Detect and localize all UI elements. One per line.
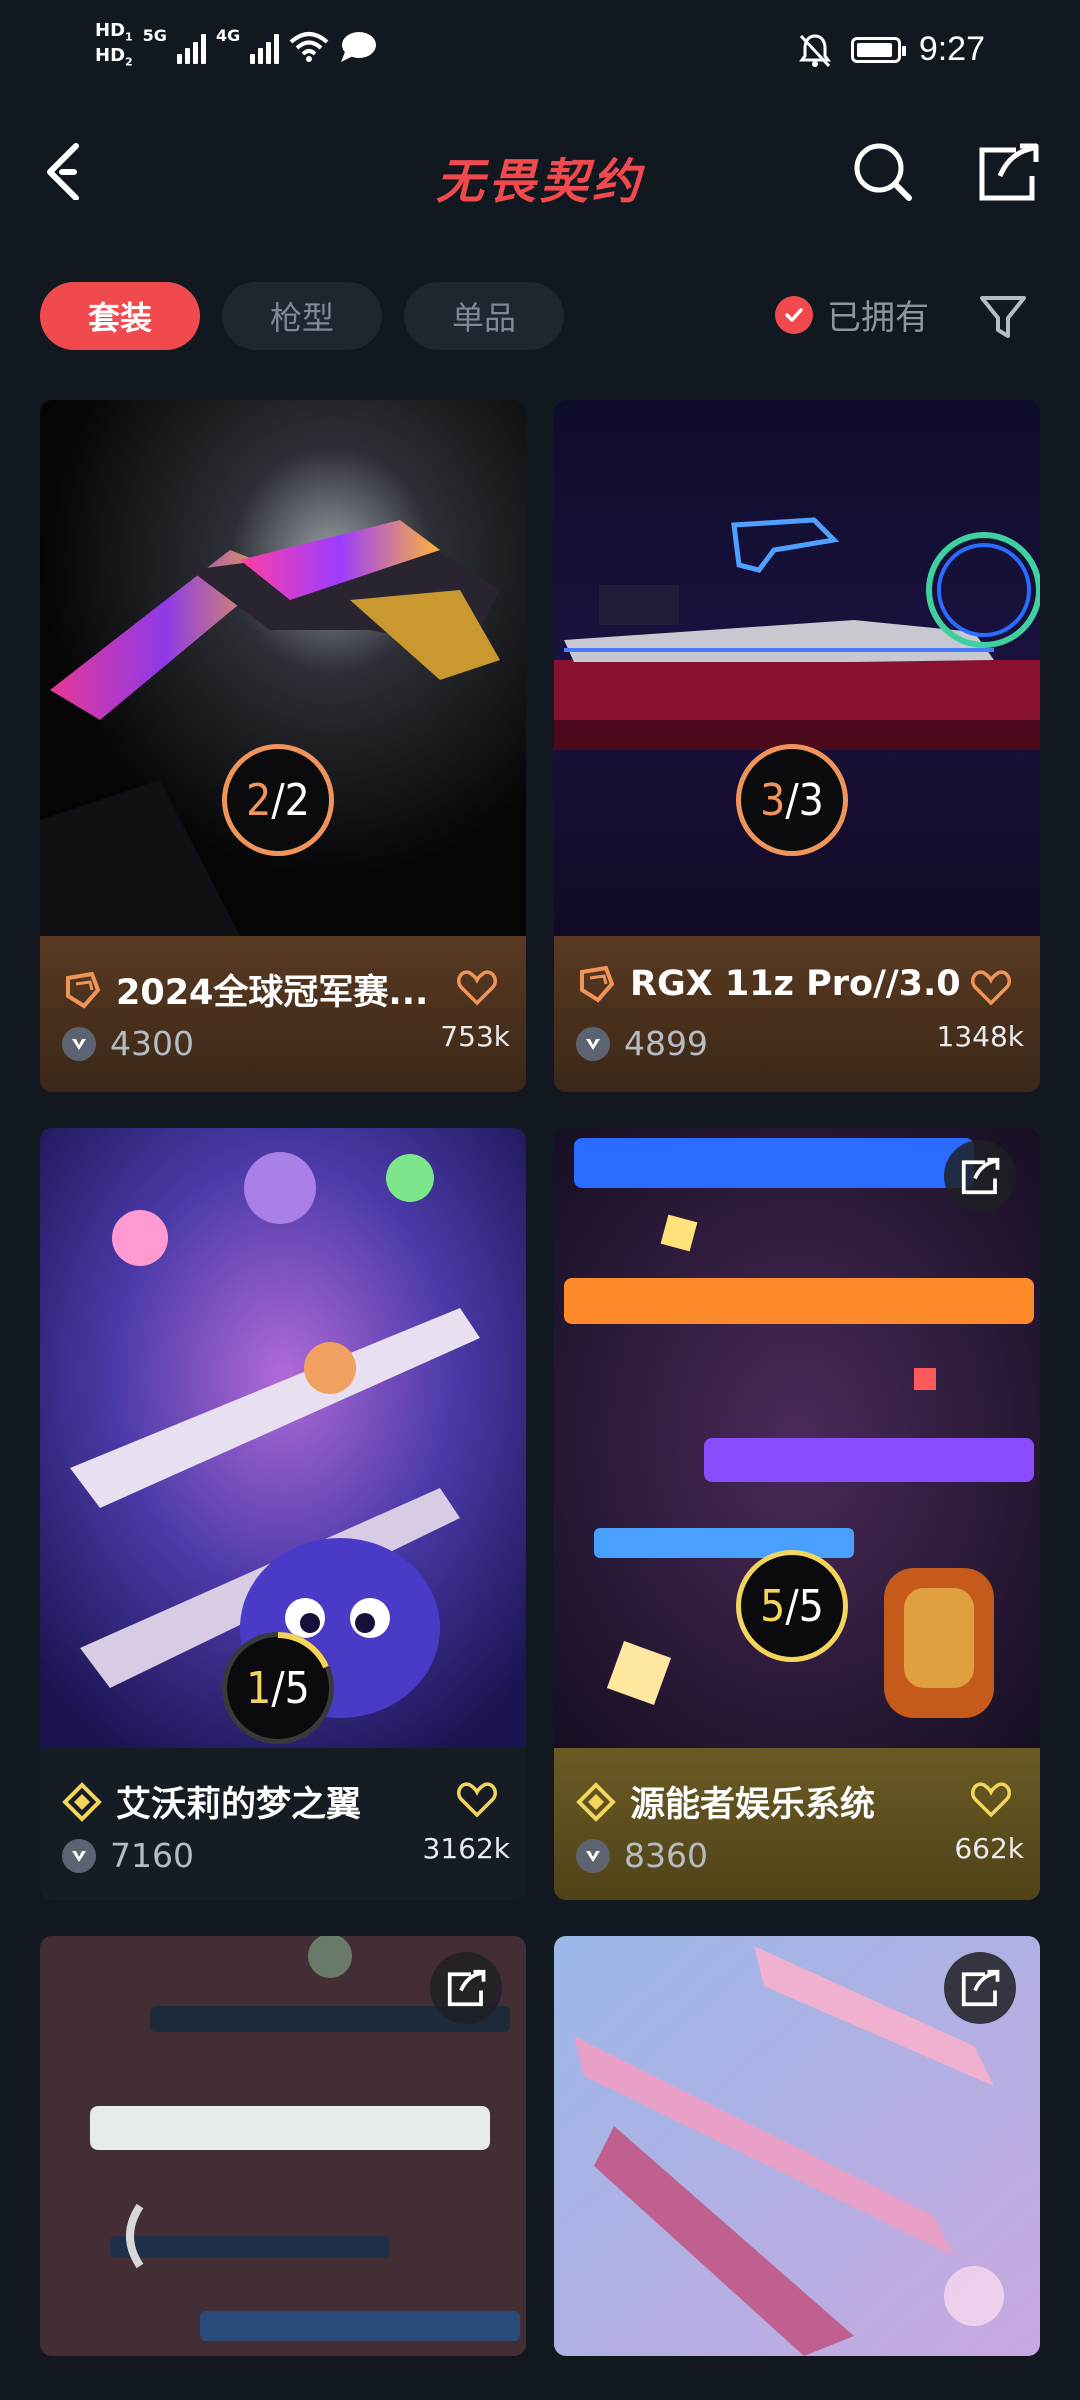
filter-icon[interactable]: [978, 292, 1028, 342]
valorant-points-icon: [62, 1026, 96, 1061]
favorite-heart-icon[interactable]: [970, 1778, 1012, 1820]
card-info: 2024全球冠军赛... 4300 753k: [40, 936, 526, 1092]
like-count: 1348k: [936, 1020, 1024, 1053]
message-icon: [341, 31, 377, 62]
valorant-points-icon: [576, 1026, 610, 1061]
bundle-card[interactable]: 1/5 艾沃莉的梦之翼 7160 3162k: [40, 1128, 526, 1900]
premium-tier-icon: [66, 971, 101, 1009]
card-info: 艾沃莉的梦之翼 7160 3162k: [40, 1748, 526, 1900]
network-5g-label: 5G: [142, 26, 167, 45]
bundle-card[interactable]: 3/3 RGX 11z Pro//3.0 4899 1348k: [554, 400, 1040, 1092]
progress-ring-icon: [277, 1632, 329, 1669]
card-info: RGX 11z Pro//3.0 4899 1348k: [554, 936, 1040, 1092]
bundle-card[interactable]: 5/5 源能者娱乐系统 8360 662k: [554, 1128, 1040, 1900]
collection-progress-badge: 5/5: [736, 1550, 848, 1662]
owned-toggle[interactable]: 已拥有: [775, 290, 929, 339]
mute-bell-icon: [798, 33, 831, 67]
signal-icon: [176, 30, 206, 64]
progress-total: 2: [284, 774, 310, 826]
status-bar: HD1 HD2 5G 4G 9:27: [0, 0, 1080, 110]
bundle-title: RGX 11z Pro//3.0: [630, 964, 961, 1004]
category-tabs: 套装 枪型 单品: [40, 282, 564, 350]
progress-owned: 3: [760, 774, 786, 826]
collection-progress-badge: 1/5: [222, 1632, 334, 1744]
like-count: 662k: [954, 1832, 1024, 1865]
owned-label: 已拥有: [827, 298, 929, 338]
valorant-points-icon: [576, 1838, 610, 1873]
bundle-title: 2024全球冠军赛...: [116, 973, 429, 1013]
share-button[interactable]: [430, 1952, 502, 2024]
like-count: 3162k: [422, 1832, 510, 1865]
bundle-price: 7160: [110, 1836, 194, 1875]
wifi-icon: [289, 31, 329, 62]
network-4g-label: 4G: [215, 26, 241, 45]
favorite-heart-icon[interactable]: [456, 1778, 498, 1820]
like-count: 753k: [440, 1020, 510, 1053]
progress-total: 5: [798, 1580, 824, 1632]
search-icon[interactable]: [851, 140, 915, 204]
tab-weapon-types[interactable]: 枪型: [222, 282, 382, 350]
share-icon: [961, 1157, 1000, 1195]
bundle-price: 4300: [110, 1024, 194, 1063]
progress-owned: 2: [246, 774, 272, 826]
hd1-sub: 1: [125, 30, 133, 44]
bundle-title: 艾沃莉的梦之翼: [116, 1785, 362, 1825]
share-icon: [447, 1969, 486, 2007]
status-right: 9:27: [797, 30, 985, 69]
premium-tier-icon: [580, 965, 615, 1003]
progress-owned: 5: [760, 1580, 786, 1632]
signal-icon: [250, 30, 280, 64]
hd-indicators: HD1 HD2: [95, 22, 133, 71]
checkmark-icon: [775, 295, 813, 334]
hd2-sub: 2: [125, 55, 133, 69]
hd1-label: HD: [95, 20, 126, 41]
bundle-card[interactable]: [554, 1936, 1040, 2356]
card-info: 源能者娱乐系统 8360 662k: [554, 1748, 1040, 1900]
hd2-label: HD: [95, 44, 126, 66]
share-button[interactable]: [944, 1952, 1016, 2024]
share-button[interactable]: [944, 1140, 1016, 1212]
status-left: HD1 HD2 5G 4G: [95, 22, 377, 71]
collection-progress-badge: 2/2: [222, 744, 334, 856]
exclusive-tier-icon: [576, 1781, 616, 1822]
bundle-title: 源能者娱乐系统: [630, 1785, 876, 1825]
tab-suits[interactable]: 套装: [40, 282, 200, 350]
progress-total: 3: [798, 774, 824, 826]
app-logo-title: 无畏契约: [435, 154, 644, 210]
share-icon: [961, 1969, 1000, 2007]
app-header: 无畏契约: [0, 120, 1080, 230]
favorite-heart-icon[interactable]: [456, 966, 498, 1008]
bundle-card[interactable]: 2/2 2024全球冠军赛... 4300 753k: [40, 400, 526, 1092]
bundle-price: 8360: [624, 1836, 708, 1875]
bundle-card[interactable]: [40, 1936, 526, 2356]
valorant-points-icon: [62, 1838, 96, 1873]
bundle-price: 4899: [624, 1024, 708, 1063]
collection-progress-badge: 3/3: [736, 744, 848, 856]
favorite-heart-icon[interactable]: [970, 966, 1012, 1008]
share-icon[interactable]: [976, 140, 1040, 204]
exclusive-tier-icon: [62, 1781, 102, 1822]
clock: 9:27: [918, 30, 985, 68]
battery-icon: [850, 36, 906, 63]
tab-single-items[interactable]: 单品: [404, 282, 564, 350]
